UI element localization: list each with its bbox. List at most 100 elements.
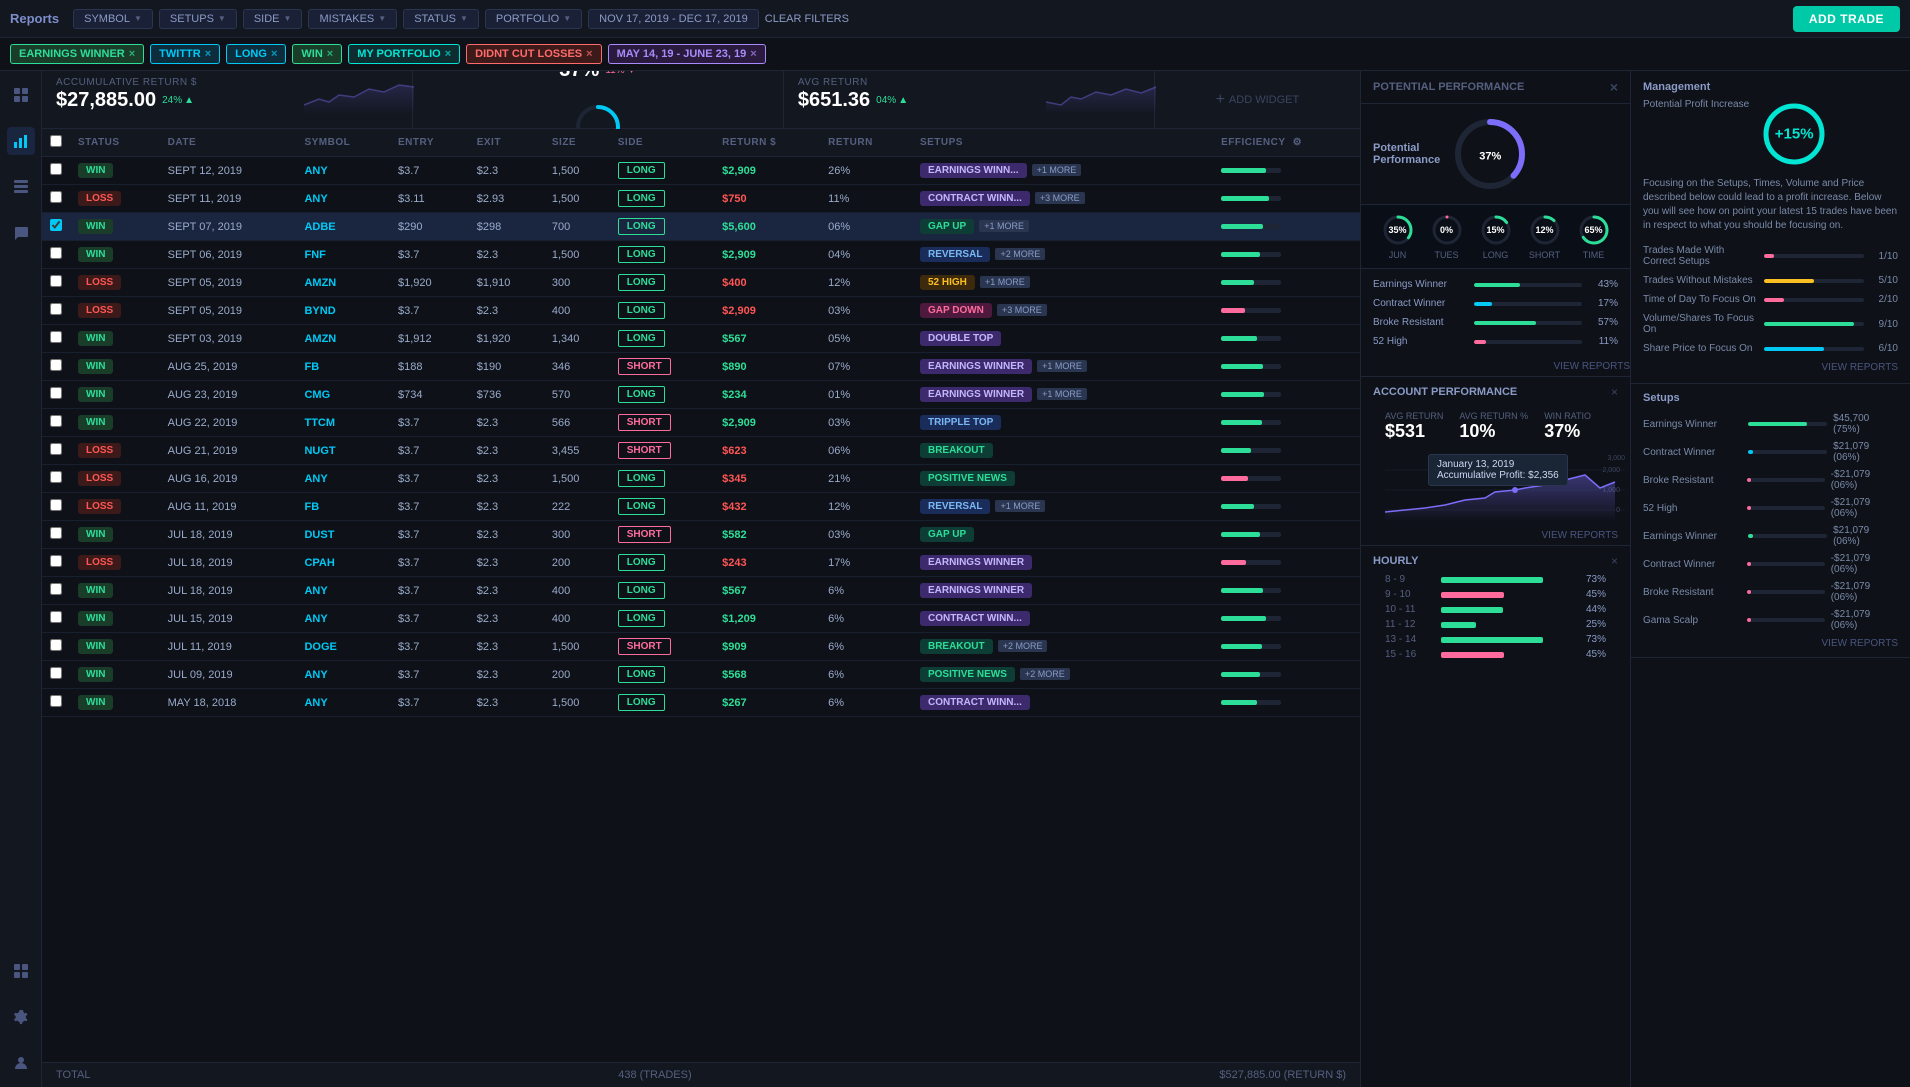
tag-earnings-winner[interactable]: EARNINGS WINNER × bbox=[10, 44, 144, 64]
more-badge[interactable]: +1 MORE bbox=[979, 220, 1029, 232]
symbol-link[interactable]: AMZN bbox=[304, 277, 336, 289]
row-symbol[interactable]: NUGT bbox=[296, 437, 390, 465]
symbol-link[interactable]: ANY bbox=[304, 473, 327, 485]
symbol-link[interactable]: FB bbox=[304, 501, 319, 513]
table-row[interactable]: WIN JUL 09, 2019 ANY $3.7 $2.3 200 LONG … bbox=[42, 661, 1360, 689]
row-checkbox[interactable] bbox=[50, 443, 62, 455]
row-checkbox[interactable] bbox=[50, 163, 62, 175]
row-symbol[interactable]: BYND bbox=[296, 297, 390, 325]
row-checkbox-cell[interactable] bbox=[42, 297, 70, 325]
col-side[interactable]: SIDE bbox=[610, 129, 714, 157]
add-widget-button[interactable]: + ADD WIDGET bbox=[1155, 71, 1360, 128]
setup-badge[interactable]: GAP UP bbox=[920, 219, 974, 234]
col-return[interactable]: RETURN bbox=[820, 129, 912, 157]
row-checkbox-cell[interactable] bbox=[42, 521, 70, 549]
symbol-link[interactable]: ANY bbox=[304, 697, 327, 709]
settings-icon[interactable]: ⚙ bbox=[1293, 137, 1302, 148]
setup-badge[interactable]: BREAKOUT bbox=[920, 443, 993, 458]
col-date[interactable]: DATE bbox=[160, 129, 297, 157]
row-checkbox[interactable] bbox=[50, 415, 62, 427]
setup-badge[interactable]: EARNINGS WINNER bbox=[920, 583, 1032, 598]
setup-badge[interactable]: GAP DOWN bbox=[920, 303, 992, 318]
row-symbol[interactable]: ANY bbox=[296, 157, 390, 185]
setup-badge[interactable]: BREAKOUT bbox=[920, 639, 993, 654]
row-checkbox-cell[interactable] bbox=[42, 493, 70, 521]
more-badge[interactable]: +3 MORE bbox=[1035, 192, 1085, 204]
row-checkbox-cell[interactable] bbox=[42, 409, 70, 437]
sidebar-icon-settings[interactable] bbox=[7, 1003, 35, 1031]
date-range-button[interactable]: NOV 17, 2019 - DEC 17, 2019 bbox=[588, 9, 759, 29]
symbol-link[interactable]: ANY bbox=[304, 669, 327, 681]
filter-setups[interactable]: SETUPS ▼ bbox=[159, 9, 237, 29]
row-checkbox[interactable] bbox=[50, 695, 62, 707]
hourly-close-icon[interactable]: × bbox=[1611, 554, 1618, 568]
sidebar-icon-message[interactable] bbox=[7, 219, 35, 247]
table-row[interactable]: WIN JUL 11, 2019 DOGE $3.7 $2.3 1,500 SH… bbox=[42, 633, 1360, 661]
setup-badge[interactable]: 52 HIGH bbox=[920, 275, 975, 290]
row-checkbox-cell[interactable] bbox=[42, 157, 70, 185]
table-row[interactable]: WIN MAY 18, 2018 ANY $3.7 $2.3 1,500 LON… bbox=[42, 689, 1360, 717]
close-icon[interactable]: × bbox=[445, 48, 451, 60]
setups-view-reports[interactable]: VIEW REPORTS bbox=[1643, 638, 1898, 649]
table-row[interactable]: WIN AUG 23, 2019 CMG $734 $736 570 LONG … bbox=[42, 381, 1360, 409]
setup-badge[interactable]: POSITIVE NEWS bbox=[920, 471, 1015, 486]
management-view-reports[interactable]: VIEW REPORTS bbox=[1643, 362, 1898, 373]
symbol-link[interactable]: BYND bbox=[304, 305, 335, 317]
close-icon[interactable]: × bbox=[586, 48, 592, 60]
row-checkbox-cell[interactable] bbox=[42, 381, 70, 409]
more-badge[interactable]: +1 MORE bbox=[995, 500, 1045, 512]
row-checkbox[interactable] bbox=[50, 191, 62, 203]
row-symbol[interactable]: ANY bbox=[296, 605, 390, 633]
table-row[interactable]: LOSS AUG 11, 2019 FB $3.7 $2.3 222 LONG … bbox=[42, 493, 1360, 521]
table-row[interactable]: WIN JUL 18, 2019 DUST $3.7 $2.3 300 SHOR… bbox=[42, 521, 1360, 549]
filter-symbol[interactable]: SYMBOL ▼ bbox=[73, 9, 153, 29]
col-return-dollar[interactable]: RETURN $ bbox=[714, 129, 820, 157]
account-close-icon[interactable]: × bbox=[1611, 385, 1618, 399]
setup-badge[interactable]: EARNINGS WINN... bbox=[920, 163, 1027, 178]
filter-mistakes[interactable]: MISTAKES ▼ bbox=[308, 9, 397, 29]
table-row[interactable]: LOSS SEPT 11, 2019 ANY $3.11 $2.93 1,500… bbox=[42, 185, 1360, 213]
col-exit[interactable]: EXIT bbox=[469, 129, 544, 157]
pp-close-button[interactable]: × bbox=[1610, 79, 1618, 95]
col-efficiency[interactable]: EFFICIENCY ⚙ bbox=[1213, 129, 1360, 157]
sidebar-icon-grid3[interactable] bbox=[7, 957, 35, 985]
row-checkbox-cell[interactable] bbox=[42, 437, 70, 465]
row-checkbox[interactable] bbox=[50, 471, 62, 483]
symbol-link[interactable]: CPAH bbox=[304, 557, 334, 569]
row-checkbox[interactable] bbox=[50, 303, 62, 315]
account-view-reports[interactable]: VIEW REPORTS bbox=[1373, 530, 1618, 541]
row-checkbox-cell[interactable] bbox=[42, 605, 70, 633]
symbol-link[interactable]: ADBE bbox=[304, 221, 335, 233]
filter-side[interactable]: SIDE ▼ bbox=[243, 9, 303, 29]
setup-badge[interactable]: EARNINGS WINNER bbox=[920, 359, 1032, 374]
row-symbol[interactable]: ANY bbox=[296, 689, 390, 717]
row-checkbox[interactable] bbox=[50, 247, 62, 259]
tag-long[interactable]: LONG × bbox=[226, 44, 286, 64]
row-checkbox-cell[interactable] bbox=[42, 689, 70, 717]
sidebar-icon-grid[interactable] bbox=[7, 81, 35, 109]
row-checkbox-cell[interactable] bbox=[42, 465, 70, 493]
close-icon[interactable]: × bbox=[129, 48, 135, 60]
table-row[interactable]: LOSS AUG 16, 2019 ANY $3.7 $2.3 1,500 LO… bbox=[42, 465, 1360, 493]
symbol-link[interactable]: TTCM bbox=[304, 417, 335, 429]
row-checkbox-cell[interactable] bbox=[42, 241, 70, 269]
filter-portfolio[interactable]: PORTFOLIO ▼ bbox=[485, 9, 582, 29]
row-checkbox-cell[interactable] bbox=[42, 577, 70, 605]
tag-win[interactable]: WIN × bbox=[292, 44, 342, 64]
table-row[interactable]: LOSS AUG 21, 2019 NUGT $3.7 $2.3 3,455 S… bbox=[42, 437, 1360, 465]
row-checkbox[interactable] bbox=[50, 667, 62, 679]
col-size[interactable]: SIZE bbox=[544, 129, 610, 157]
table-row[interactable]: WIN SEPT 07, 2019 ADBE $290 $298 700 LON… bbox=[42, 213, 1360, 241]
row-checkbox[interactable] bbox=[50, 499, 62, 511]
row-checkbox-cell[interactable] bbox=[42, 353, 70, 381]
row-checkbox-cell[interactable] bbox=[42, 185, 70, 213]
more-badge[interactable]: +1 MORE bbox=[980, 276, 1030, 288]
row-symbol[interactable]: TTCM bbox=[296, 409, 390, 437]
row-checkbox-cell[interactable] bbox=[42, 325, 70, 353]
row-checkbox[interactable] bbox=[50, 527, 62, 539]
tag-date-range[interactable]: MAY 14, 19 - JUNE 23, 19 × bbox=[608, 44, 766, 64]
row-checkbox[interactable] bbox=[50, 387, 62, 399]
close-icon[interactable]: × bbox=[271, 48, 277, 60]
row-symbol[interactable]: FB bbox=[296, 493, 390, 521]
symbol-link[interactable]: FNF bbox=[304, 249, 325, 261]
